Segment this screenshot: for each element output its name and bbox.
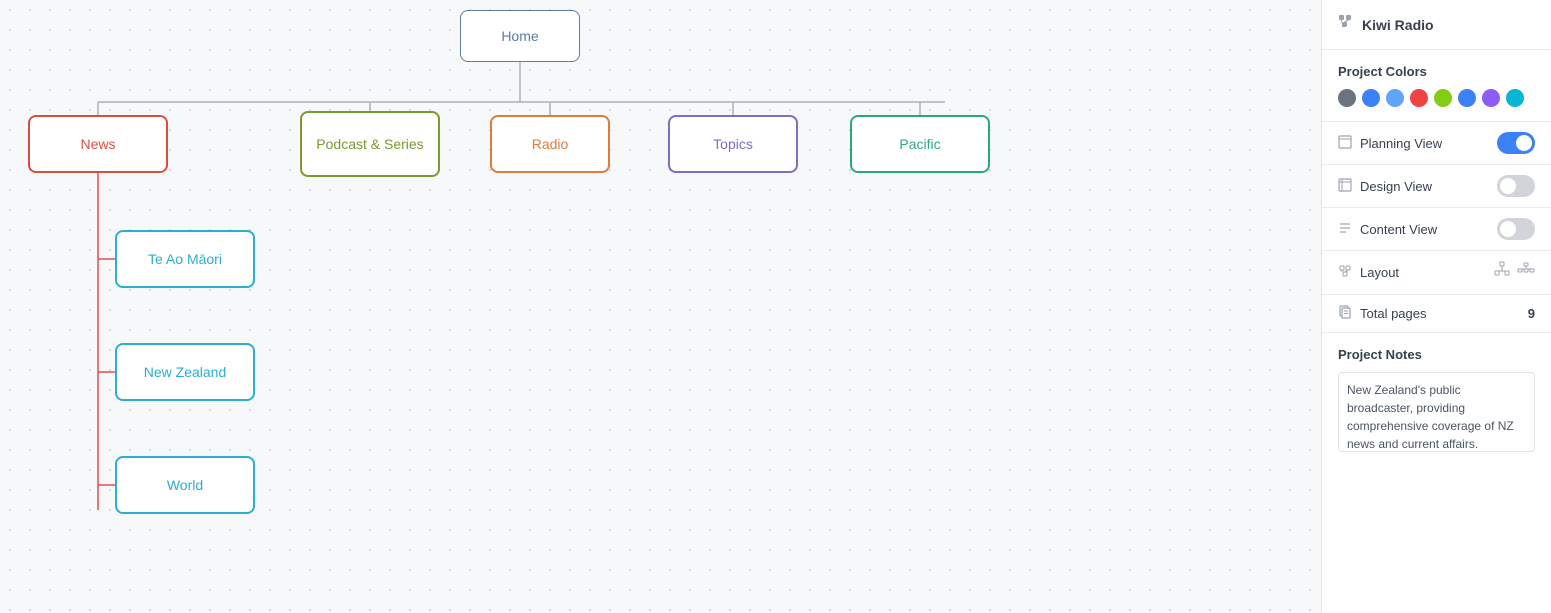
content-view-toggle[interactable] [1497, 218, 1535, 240]
total-pages-left: Total pages [1338, 305, 1427, 322]
node-podcast[interactable]: Podcast & Series [300, 111, 440, 177]
planning-view-label: Planning View [1360, 136, 1442, 151]
node-te-ao[interactable]: Te Ao Māori [115, 230, 255, 288]
total-pages-row: Total pages 9 [1322, 295, 1551, 333]
node-te-ao-label: Te Ao Māori [148, 251, 222, 267]
planning-view-row: Planning View [1322, 122, 1551, 165]
layout-row: Layout [1322, 251, 1551, 295]
node-world[interactable]: World [115, 456, 255, 514]
color-swatch-cyan[interactable] [1506, 89, 1524, 107]
node-radio-label: Radio [532, 136, 569, 152]
node-news-label: News [80, 136, 115, 152]
color-swatches-container [1338, 89, 1535, 107]
total-pages-label: Total pages [1360, 306, 1427, 321]
project-header: Kiwi Radio [1322, 0, 1551, 50]
project-name: Kiwi Radio [1362, 17, 1434, 33]
content-view-left: Content View [1338, 221, 1437, 238]
color-swatch-blue2[interactable] [1458, 89, 1476, 107]
sitemap-canvas: Home News Podcast & Series Radio Topics … [0, 0, 1321, 613]
node-world-label: World [167, 477, 203, 493]
total-pages-icon [1338, 305, 1352, 322]
layout-left: Layout [1338, 264, 1399, 281]
design-view-label: Design View [1360, 179, 1432, 194]
color-swatch-light-blue[interactable] [1386, 89, 1404, 107]
project-notes-title: Project Notes [1338, 347, 1535, 362]
planning-view-icon [1338, 135, 1352, 152]
node-topics[interactable]: Topics [668, 115, 798, 173]
color-swatch-blue[interactable] [1362, 89, 1380, 107]
node-home-label: Home [501, 28, 538, 44]
layout-label: Layout [1360, 265, 1399, 280]
layout-list-icon[interactable] [1517, 261, 1535, 284]
content-view-slider [1497, 218, 1535, 240]
color-swatch-red[interactable] [1410, 89, 1428, 107]
node-pacific[interactable]: Pacific [850, 115, 990, 173]
design-view-slider [1497, 175, 1535, 197]
design-view-toggle[interactable] [1497, 175, 1535, 197]
planning-view-left: Planning View [1338, 135, 1442, 152]
color-swatch-green[interactable] [1434, 89, 1452, 107]
node-podcast-label: Podcast & Series [316, 136, 423, 152]
color-swatch-gray[interactable] [1338, 89, 1356, 107]
node-home[interactable]: Home [460, 10, 580, 62]
design-view-icon [1338, 178, 1352, 195]
node-topics-label: Topics [713, 136, 753, 152]
color-swatch-purple[interactable] [1482, 89, 1500, 107]
node-news[interactable]: News [28, 115, 168, 173]
project-colors-section: Project Colors [1322, 50, 1551, 122]
node-pacific-label: Pacific [899, 136, 940, 152]
total-pages-value: 9 [1528, 306, 1535, 321]
content-view-icon [1338, 221, 1352, 238]
layout-icons-container [1493, 261, 1535, 284]
project-colors-title: Project Colors [1338, 64, 1535, 79]
project-notes-section: Project Notes [1322, 333, 1551, 613]
content-view-label: Content View [1360, 222, 1437, 237]
node-radio[interactable]: Radio [490, 115, 610, 173]
design-view-row: Design View [1322, 165, 1551, 208]
planning-view-slider [1497, 132, 1535, 154]
right-panel: Kiwi Radio Project Colors Planning View [1321, 0, 1551, 613]
project-notes-textarea[interactable] [1338, 372, 1535, 452]
design-view-left: Design View [1338, 178, 1432, 195]
planning-view-toggle[interactable] [1497, 132, 1535, 154]
project-icon [1338, 14, 1354, 35]
node-new-zealand-label: New Zealand [144, 364, 227, 380]
layout-tree-icon[interactable] [1493, 261, 1511, 284]
layout-icon [1338, 264, 1352, 281]
content-view-row: Content View [1322, 208, 1551, 251]
node-new-zealand[interactable]: New Zealand [115, 343, 255, 401]
